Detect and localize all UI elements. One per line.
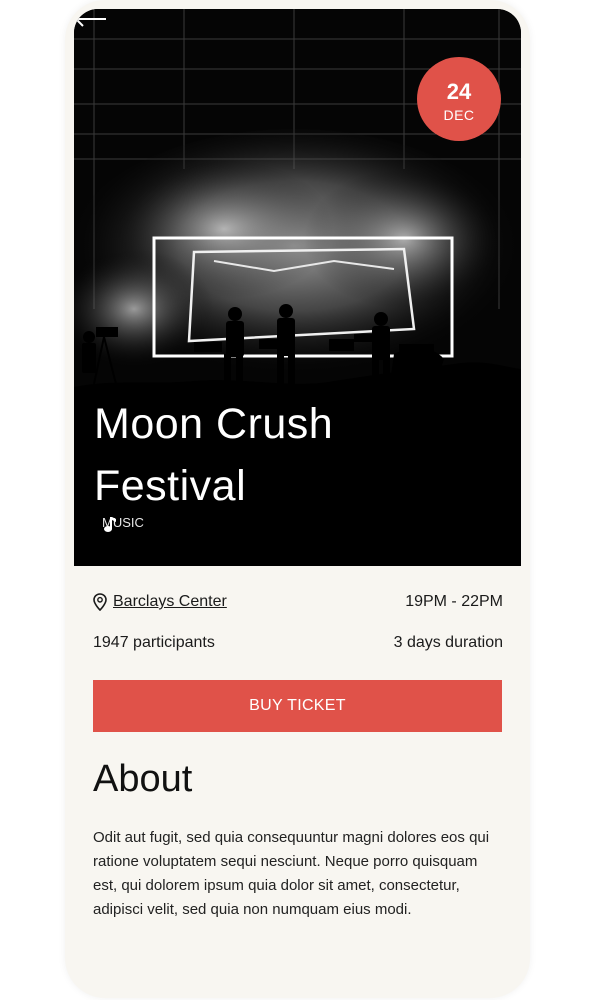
phone-screen: 24 DEC Moon Crush Festival MUSIC Barclay… [65,0,530,998]
location-pin-icon [93,593,107,611]
event-hero-image: 24 DEC Moon Crush Festival MUSIC [74,9,521,566]
event-title-line1: Moon Crush [94,400,334,448]
event-date-day: 24 [446,79,472,104]
music-note-icon [104,517,116,532]
event-time: 19PM - 22PM [405,593,503,610]
about-description: Odit aut fugit, sed quia consequuntur ma… [93,829,490,918]
event-stats-row: 1947 participants 3 days duration [93,634,503,652]
about-heading: About [93,758,193,800]
event-duration: 3 days duration [393,634,503,651]
event-date-badge: 24 DEC [417,57,501,141]
arrow-left-icon[interactable] [74,9,108,29]
event-title-line2: Festival [94,462,247,510]
buy-ticket-button[interactable]: BUY TICKET [93,680,502,732]
event-date-month: DEC [443,107,475,123]
event-title: Moon Crush Festival [94,393,494,517]
event-category: MUSIC [102,515,144,532]
event-venue-row: Barclays Center 19PM - 22PM [93,593,503,611]
venue-link[interactable]: Barclays Center [113,593,227,611]
event-participants: 1947 participants [93,634,215,651]
